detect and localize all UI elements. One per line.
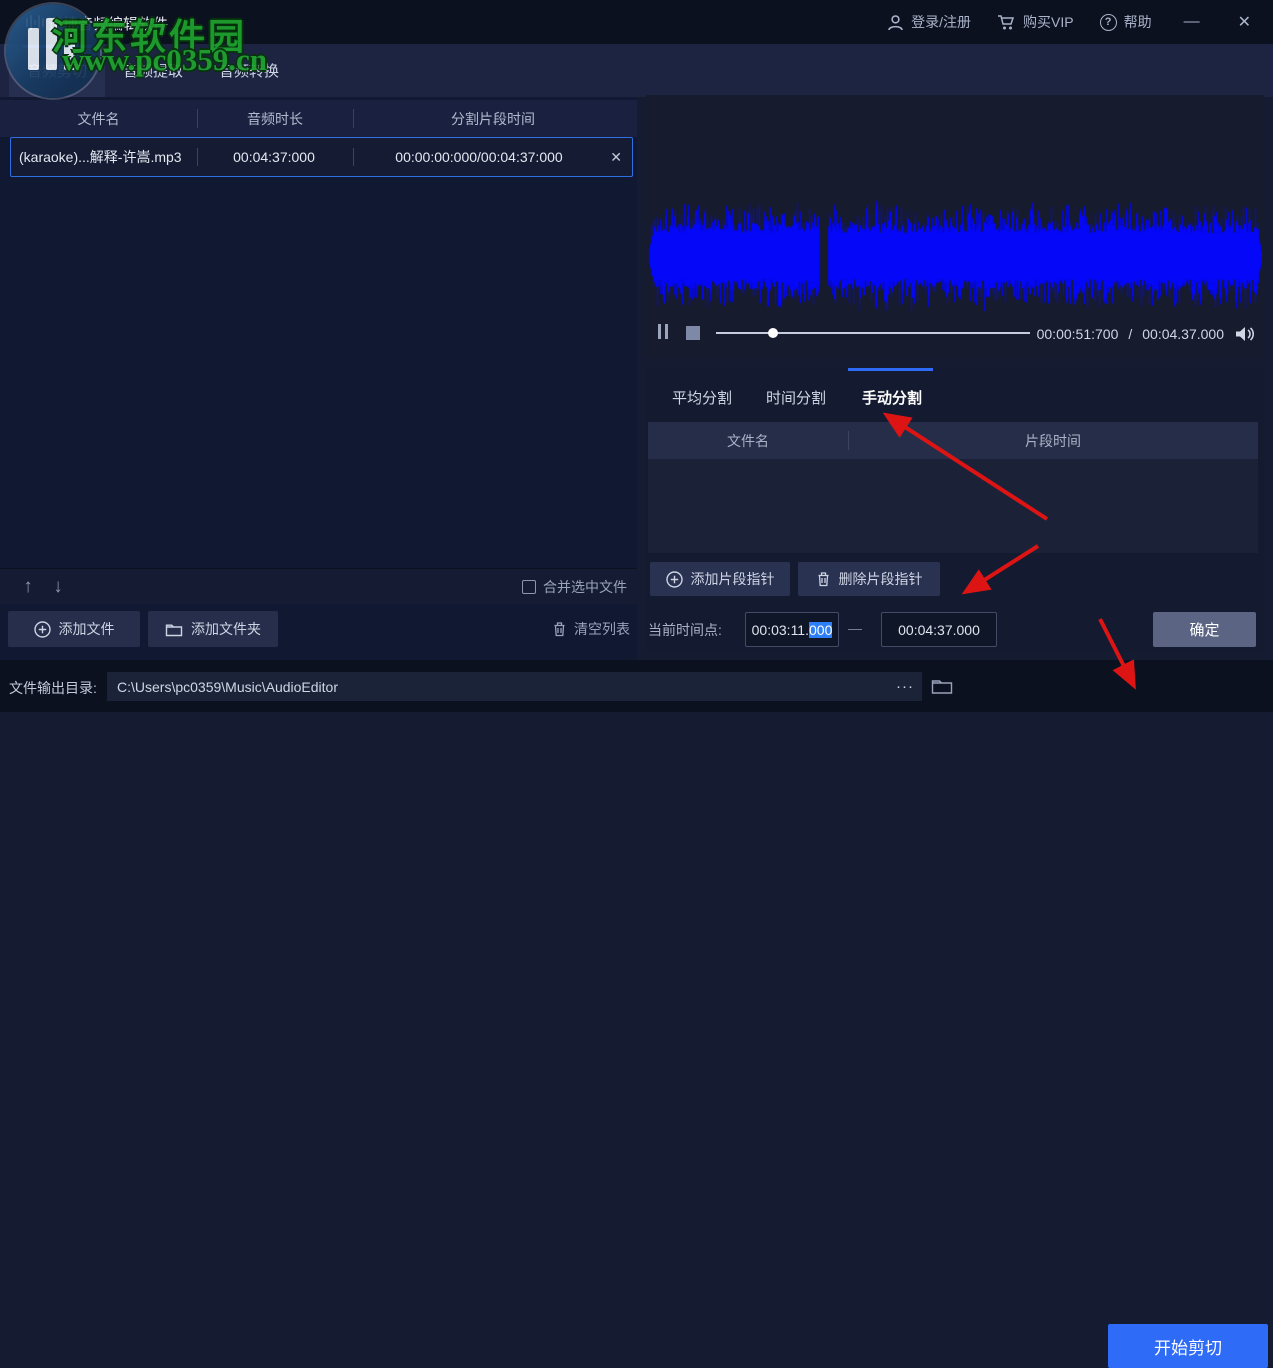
range-dash: — <box>848 620 862 636</box>
file-duration-cell: 00:04:37:000 <box>194 138 354 176</box>
waveform-canvas[interactable] <box>648 173 1262 339</box>
start-time-input[interactable]: 00:03:11.000 <box>745 612 839 647</box>
tab-audio-convert[interactable]: 音频转换 <box>201 44 297 97</box>
app-title: 迅捷音频编辑软件 <box>48 13 168 34</box>
total-time: 00:04.37.000 <box>1142 326 1224 342</box>
file-segment-cell: 00:00:00:000/00:04:37:000 <box>354 138 604 176</box>
app-logo-icon <box>26 14 44 30</box>
login-label: 登录/注册 <box>911 12 971 32</box>
trash-icon <box>816 571 831 587</box>
clear-list-label: 清空列表 <box>574 619 630 639</box>
tab-audio-extract[interactable]: 音频提取 <box>105 44 201 97</box>
add-pointer-button[interactable]: 添加片段指针 <box>650 562 790 596</box>
minimize-button[interactable]: — <box>1178 13 1206 31</box>
app-window: 迅捷音频编辑软件 登录/注册 购买VIP ? 帮助 — ✕ 音频剪切 音频提取 … <box>0 0 1273 712</box>
login-button[interactable]: 登录/注册 <box>887 12 971 32</box>
selected-text: 000 <box>809 622 832 638</box>
add-pointer-label: 添加片段指针 <box>691 569 775 589</box>
plus-circle-icon <box>666 571 683 588</box>
buy-vip-label: 购买VIP <box>1023 12 1074 32</box>
output-dir-label: 文件输出目录: <box>9 678 97 698</box>
help-label: 帮助 <box>1124 12 1152 32</box>
volume-icon[interactable] <box>1234 325 1254 343</box>
user-icon <box>887 14 904 31</box>
help-icon: ? <box>1100 14 1117 31</box>
tab-time-split[interactable]: 时间分割 <box>766 382 826 412</box>
output-dir-value: C:\Users\pc0359\Music\AudioEditor <box>117 679 338 695</box>
plus-circle-icon <box>34 621 51 638</box>
file-list-panel: 文件名 音频时长 分割片段时间 (karaoke)...解释-许嵩.mp3 00… <box>0 97 637 660</box>
end-time-input[interactable]: 00:04:37.000 <box>881 612 997 647</box>
title-bar: 迅捷音频编辑软件 登录/注册 购买VIP ? 帮助 — ✕ <box>0 0 1273 44</box>
header-segment-time: 分割片段时间 <box>353 100 633 137</box>
segment-header-name: 文件名 <box>648 422 848 459</box>
clear-list-button[interactable]: 清空列表 <box>552 611 630 647</box>
move-up-icon[interactable]: ↑ <box>16 574 40 600</box>
time-separator: / <box>1128 326 1132 342</box>
cart-icon <box>997 14 1016 31</box>
bottom-bar: 文件输出目录: C:\Users\pc0359\Music\AudioEdito… <box>0 660 1273 712</box>
main-tab-bar: 音频剪切 音频提取 音频转换 <box>0 44 1273 97</box>
folder-icon <box>165 622 183 637</box>
browse-ellipsis-icon[interactable]: ··· <box>896 672 914 701</box>
add-file-label: 添加文件 <box>59 619 115 639</box>
trash-icon <box>552 621 567 637</box>
file-name-cell: (karaoke)...解释-许嵩.mp3 <box>19 138 201 176</box>
end-time-value: 00:04:37.000 <box>898 622 980 638</box>
slider-handle[interactable] <box>768 328 778 338</box>
output-dir-input[interactable]: C:\Users\pc0359\Music\AudioEditor ··· <box>107 672 922 701</box>
buy-vip-button[interactable]: 购买VIP <box>997 12 1074 32</box>
file-table-header: 文件名 音频时长 分割片段时间 <box>0 100 637 137</box>
header-file-name: 文件名 <box>0 100 197 137</box>
tab-audio-cut[interactable]: 音频剪切 <box>9 44 105 97</box>
open-folder-icon[interactable] <box>931 677 953 695</box>
add-file-button[interactable]: 添加文件 <box>8 611 140 647</box>
waveform-panel: 00:00:51:700 / 00:04.37.000 <box>646 95 1264 358</box>
tab-manual-split[interactable]: 手动分割 <box>862 382 922 412</box>
confirm-button[interactable]: 确定 <box>1153 612 1256 647</box>
list-footer-bar: ↑ ↓ 合并选中文件 <box>0 568 637 604</box>
header-duration: 音频时长 <box>197 100 353 137</box>
start-cut-button[interactable]: 开始剪切 <box>1108 1324 1268 1368</box>
current-time: 00:00:51:700 <box>1037 326 1119 342</box>
remove-file-icon[interactable]: ✕ <box>610 138 622 176</box>
move-down-icon[interactable]: ↓ <box>46 574 70 600</box>
add-folder-label: 添加文件夹 <box>191 619 261 639</box>
add-folder-button[interactable]: 添加文件夹 <box>148 611 278 647</box>
time-display: 00:00:51:700 / 00:04.37.000 <box>1037 326 1224 342</box>
segment-table-body <box>648 459 1258 553</box>
split-panel: 平均分割 时间分割 手动分割 文件名 片段时间 添加片段指针 删除片段指针 当前… <box>646 368 1264 653</box>
delete-pointer-button[interactable]: 删除片段指针 <box>798 562 940 596</box>
help-button[interactable]: ? 帮助 <box>1100 12 1152 32</box>
delete-pointer-label: 删除片段指针 <box>839 569 923 589</box>
merge-selected-label: 合并选中文件 <box>543 577 627 597</box>
tab-average-split[interactable]: 平均分割 <box>672 382 732 412</box>
segment-table-header: 文件名 片段时间 <box>648 422 1258 459</box>
stop-button[interactable] <box>686 326 700 340</box>
current-point-label: 当前时间点: <box>648 620 722 640</box>
seek-slider[interactable] <box>716 332 1030 334</box>
merge-selected-checkbox[interactable]: 合并选中文件 <box>522 569 627 605</box>
active-tab-indicator <box>848 368 933 371</box>
close-button[interactable]: ✕ <box>1232 12 1257 32</box>
segment-header-time: 片段时间 <box>848 422 1258 459</box>
checkbox-icon <box>522 580 536 594</box>
table-row[interactable]: (karaoke)...解释-许嵩.mp3 00:04:37:000 00:00… <box>10 137 633 177</box>
current-point-row: 当前时间点: 00:03:11.000 — 00:04:37.000 确定 <box>648 612 1262 648</box>
pause-button[interactable] <box>658 324 672 339</box>
start-time-value: 00:03:11. <box>752 622 809 638</box>
